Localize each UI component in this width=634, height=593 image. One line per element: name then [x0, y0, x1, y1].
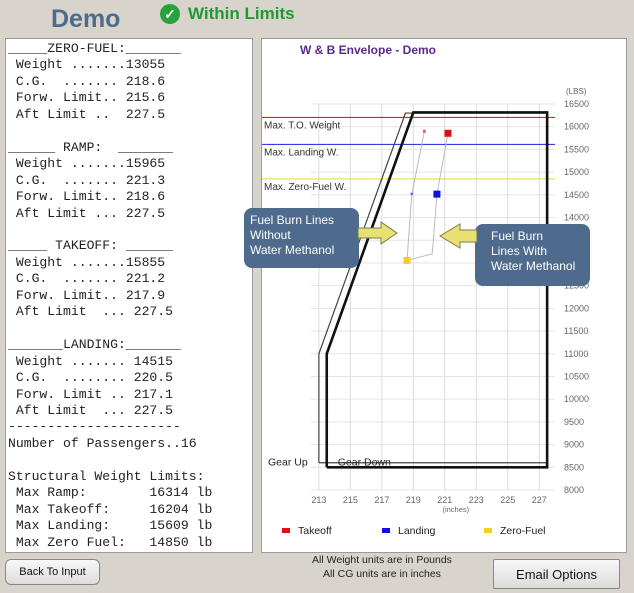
- report-line: Weight ....... 14515: [8, 353, 174, 369]
- report-line: Number of Passengers..16: [8, 435, 197, 451]
- report-line: ----------------------: [8, 419, 181, 435]
- fuel-burn-line: [406, 131, 425, 261]
- units-cg-note: All CG units are in inches: [323, 568, 441, 580]
- y-tick-label: 11000: [564, 349, 588, 359]
- data-point-landing: [433, 190, 441, 198]
- report-line: [8, 222, 252, 238]
- report-line: C.G. ........ 220.5: [8, 370, 174, 386]
- y-tick-label: 16500: [564, 99, 589, 109]
- report-line: _____ZERO-FUEL:_______: [8, 41, 181, 56]
- report-line: Weight .......13055: [8, 57, 166, 73]
- y-axis-label: (LBS): [566, 87, 587, 96]
- x-tick-label: 215: [343, 495, 358, 505]
- report-text: _____ZERO-FUEL:_______ Weight .......130…: [6, 39, 252, 551]
- report-line: ______ RAMP: _______: [8, 139, 174, 155]
- y-tick-label: 8500: [564, 462, 584, 472]
- x-tick-label: 225: [500, 495, 515, 505]
- x-tick-label: 223: [469, 495, 484, 505]
- x-tick-label: 221: [437, 495, 452, 505]
- report-line: Max Landing: 15609 lb: [8, 518, 213, 534]
- callout-line: Lines With: [491, 244, 548, 258]
- data-point-zero-fuel: [403, 256, 411, 264]
- y-tick-label: 15000: [564, 167, 589, 177]
- limit-line-label: Max. Zero-Fuel W.: [264, 182, 346, 193]
- callout-line: Without: [250, 228, 291, 242]
- y-tick-label: 16000: [564, 122, 589, 132]
- report-line: Aft Limit ... 227.5: [8, 205, 166, 221]
- y-tick-label: 14500: [564, 190, 589, 200]
- callout-with-water-methanol: Fuel Burn Lines With Water Methanol: [475, 224, 590, 286]
- envelope-outline: [325, 111, 549, 469]
- y-tick-label: 10500: [564, 371, 589, 381]
- report-line: [8, 123, 252, 139]
- y-tick-label: 11500: [564, 326, 588, 336]
- units-note: All Weight units are in Pounds All CG un…: [262, 553, 502, 581]
- status-indicator: ✓ Within Limits: [160, 4, 295, 24]
- report-line: C.G. ....... 221.3: [8, 172, 166, 188]
- report-line: Forw. Limit.. 218.6: [8, 189, 166, 205]
- chart-canvas: W & B Envelope - Demo 8000 8500 9000 9500 100…: [262, 43, 589, 537]
- limit-line-label: Max. Landing W.: [264, 147, 338, 158]
- callout-line: Water Methanol: [491, 259, 576, 273]
- report-line: Max Takeoff: 16204 lb: [8, 501, 213, 517]
- envelope-label: Gear Down: [338, 457, 391, 469]
- y-tick-label: 9000: [564, 440, 584, 450]
- legend-label: Zero-Fuel: [500, 525, 546, 537]
- x-tick-label: 227: [532, 495, 547, 505]
- envelope-label: Gear Up: [268, 457, 308, 469]
- data-point-takeoff: [444, 129, 452, 137]
- report-line: Forw. Limit.. 215.6: [8, 90, 166, 106]
- y-tick-label: 12000: [564, 303, 589, 313]
- report-line: [8, 452, 252, 468]
- email-options-button[interactable]: Email Options: [493, 559, 620, 589]
- legend-swatch: [282, 528, 290, 533]
- fuel-burn-point: [422, 129, 426, 133]
- status-text: Within Limits: [188, 4, 295, 23]
- limit-line-label: Max. T.O. Weight: [264, 120, 341, 131]
- report-line: Forw. Limit .. 217.1: [8, 386, 174, 402]
- x-axis-label: (inches): [442, 505, 469, 514]
- legend-label: Landing: [398, 525, 436, 537]
- x-tick-label: 217: [374, 495, 389, 505]
- report-line: Weight .......15965: [8, 156, 166, 172]
- legend-swatch: [484, 528, 492, 533]
- report-line: _____ TAKEOFF: ______: [8, 238, 174, 254]
- report-line: Max Zero Fuel: 14850 lb: [8, 534, 213, 550]
- callout-line: Fuel Burn: [491, 229, 544, 243]
- report-line: C.G. ....... 221.2: [8, 271, 166, 287]
- y-tick-label: 9500: [564, 417, 584, 427]
- report-line: Forw. Limit.. 217.9: [8, 287, 166, 303]
- y-tick-label: 10000: [564, 394, 589, 404]
- weight-balance-report: _____ZERO-FUEL:_______ Weight .......130…: [5, 38, 253, 553]
- y-tick-label: 8000: [564, 485, 584, 495]
- report-line: _______LANDING:_______: [8, 337, 181, 353]
- page-title: Demo: [51, 5, 121, 33]
- legend-swatch: [382, 528, 390, 533]
- fuel-burn-point: [410, 192, 413, 196]
- callout-line: Water Methanol: [250, 243, 335, 257]
- y-tick-label: 15500: [564, 144, 589, 154]
- chart-title: W & B Envelope - Demo: [300, 43, 436, 57]
- callout-without-water-methanol: Fuel Burn Lines Without Water Methanol: [244, 208, 359, 268]
- report-line: Structural Weight Limits:: [8, 468, 205, 484]
- units-weight-note: All Weight units are in Pounds: [312, 554, 452, 566]
- wb-envelope-chart: W & B Envelope - Demo 8000 8500 9000 9500 100…: [261, 38, 627, 553]
- report-line: Aft Limit .. 227.5: [8, 106, 166, 122]
- report-line: Aft Limit ... 227.5: [8, 402, 174, 418]
- x-tick-label: 219: [406, 495, 421, 505]
- check-circle-icon: ✓: [160, 4, 180, 24]
- report-line: [8, 321, 252, 337]
- report-line: C.G. ....... 218.6: [8, 73, 166, 89]
- callout-line: Fuel Burn Lines: [250, 213, 335, 227]
- report-line: Weight .......15855: [8, 254, 166, 270]
- y-tick-label: 14000: [564, 213, 589, 223]
- legend-label: Takeoff: [298, 525, 332, 537]
- report-line: Max Ramp: 16314 lb: [8, 485, 213, 501]
- envelope-outline: [318, 112, 548, 464]
- report-line: Aft Limit ... 227.5: [8, 304, 174, 320]
- back-to-input-button[interactable]: Back To Input: [5, 559, 100, 585]
- x-tick-label: 213: [311, 495, 326, 505]
